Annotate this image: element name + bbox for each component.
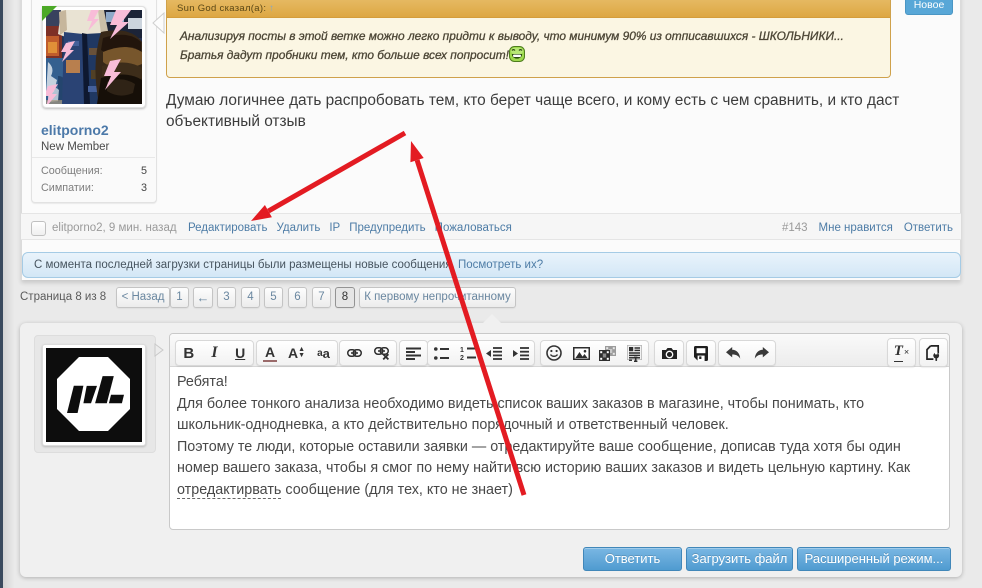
svg-text:2: 2 [460,355,464,360]
svg-text:1: 1 [460,347,464,354]
